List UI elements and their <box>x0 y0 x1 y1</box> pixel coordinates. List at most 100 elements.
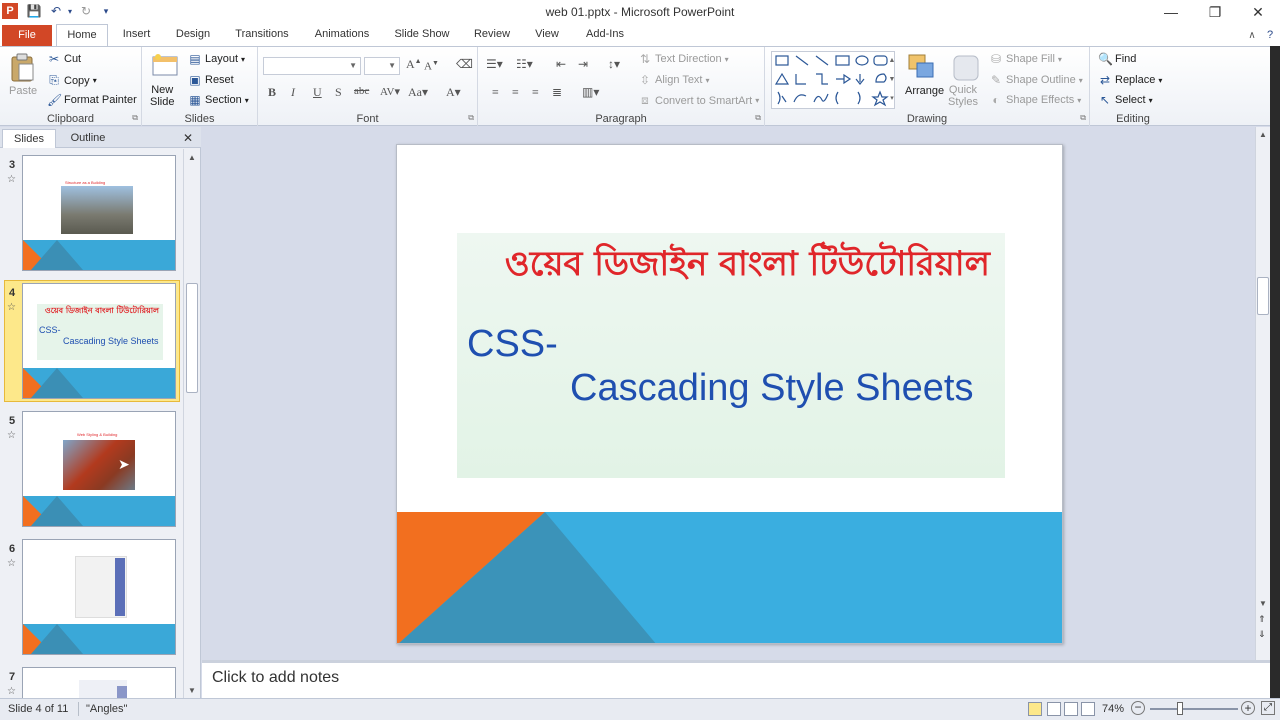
shapes-gallery-scroll[interactable]: ▲ ▼ ▾ <box>887 51 897 109</box>
line-spacing-icon[interactable]: ↕▾ <box>608 57 620 72</box>
fit-to-window-icon[interactable]: ⤢ <box>1261 701 1275 715</box>
shrink-font-icon[interactable]: A▼ <box>424 59 439 73</box>
current-slide[interactable]: ওয়েব ডিজাইন বাংলা টিউটোরিয়াল CSS- Casc… <box>396 144 1063 644</box>
drawing-launcher-icon[interactable]: ⧉ <box>1080 113 1086 123</box>
tab-view[interactable]: View <box>526 24 568 46</box>
clipboard-launcher-icon[interactable]: ⧉ <box>132 113 138 123</box>
slide-body-line1[interactable]: CSS- <box>467 323 558 366</box>
align-left-icon[interactable]: ≡ <box>492 85 499 100</box>
zoom-level[interactable]: 74% <box>1102 703 1124 715</box>
tab-outline[interactable]: Outline <box>60 129 116 148</box>
reset-button[interactable]: ▣ Reset <box>188 73 233 87</box>
align-right-icon[interactable]: ≡ <box>532 85 539 100</box>
close-button[interactable]: ✕ <box>1236 0 1280 24</box>
panel-scrollbar[interactable]: ▲ ▼ <box>183 149 200 698</box>
shape-fill-button[interactable]: ⛁ Shape Fill ▾ <box>989 52 1062 66</box>
new-slide-button[interactable]: New Slide <box>150 84 174 108</box>
panel-scroll-thumb[interactable] <box>186 283 198 393</box>
minimize-ribbon-icon[interactable]: ∧ <box>1244 27 1260 43</box>
slide-show-icon[interactable] <box>1081 702 1095 716</box>
tab-transitions[interactable]: Transitions <box>228 24 296 46</box>
clear-formatting-icon[interactable]: ⌫ <box>456 57 473 72</box>
font-color-icon[interactable]: A▾ <box>446 85 461 100</box>
increase-indent-icon[interactable]: ⇥ <box>578 57 588 72</box>
close-panel-icon[interactable]: ✕ <box>180 129 196 148</box>
slide-scrollbar[interactable]: ▲ ▼ ⇑ ⇓ <box>1255 127 1270 660</box>
scroll-down-icon[interactable]: ▼ <box>1259 599 1267 608</box>
slide-thumbnail-3[interactable]: Structure as a Building <box>22 155 176 271</box>
zoom-slider-thumb[interactable] <box>1177 702 1183 715</box>
new-slide-icon[interactable] <box>150 51 180 81</box>
help-icon[interactable]: ? <box>1262 27 1278 43</box>
change-case-icon[interactable]: Aa▾ <box>408 85 428 100</box>
paste-icon[interactable] <box>6 51 38 85</box>
justify-icon[interactable]: ≣ <box>552 85 562 100</box>
text-direction-button[interactable]: ⇅ Text Direction ▾ <box>638 52 729 66</box>
tab-slide-show[interactable]: Slide Show <box>388 24 456 46</box>
tab-design[interactable]: Design <box>168 24 218 46</box>
convert-smartart-button[interactable]: ⧈ Convert to SmartArt ▾ <box>638 93 759 108</box>
paste-button[interactable]: Paste <box>9 85 37 97</box>
quick-styles-button[interactable]: Quick Styles <box>948 84 978 108</box>
scroll-up-icon[interactable]: ▲ <box>188 153 196 162</box>
tab-animations[interactable]: Animations <box>308 24 376 46</box>
bullets-icon[interactable]: ☰▾ <box>486 57 503 72</box>
slide-thumbnail-5[interactable]: Web Styling & Building ➤ <box>22 411 176 527</box>
bold-icon[interactable]: B <box>268 85 276 100</box>
restore-button[interactable]: ❐ <box>1193 0 1237 24</box>
align-center-icon[interactable]: ≡ <box>512 85 519 100</box>
tab-add-ins[interactable]: Add-Ins <box>578 24 632 46</box>
arrange-icon[interactable] <box>905 51 939 85</box>
slide-thumbnail-4[interactable]: ওয়েব ডিজাইন বাংলা টিউটোরিয়াল CSS- Casc… <box>22 283 176 399</box>
shape-effects-button[interactable]: ◐ Shape Effects ▾ <box>989 93 1081 107</box>
grow-font-icon[interactable]: A▲ <box>406 57 422 72</box>
italic-icon[interactable]: I <box>291 85 295 100</box>
underline-icon[interactable]: U <box>313 85 322 100</box>
font-name-combo[interactable]: ▼ <box>263 57 361 75</box>
tab-file[interactable]: File <box>2 25 52 46</box>
slide-sorter-icon[interactable] <box>1047 702 1061 716</box>
slide-body-line2[interactable]: Cascading Style Sheets <box>570 367 973 410</box>
section-button[interactable]: ▦ Section ▾ <box>188 93 248 107</box>
numbering-icon[interactable]: ☷▾ <box>516 57 533 72</box>
copy-button[interactable]: ⎘ Copy ▾ <box>47 73 97 88</box>
slide-thumbnail-7[interactable] <box>22 667 176 698</box>
zoom-slider-track[interactable] <box>1150 708 1238 710</box>
scroll-up-icon[interactable]: ▲ <box>1259 130 1267 139</box>
paragraph-launcher-icon[interactable]: ⧉ <box>755 113 761 123</box>
slide-title-bangla[interactable]: ওয়েব ডিজাইন বাংলা টিউটোরিয়াল <box>505 238 990 295</box>
tab-insert[interactable]: Insert <box>114 24 159 46</box>
format-painter-button[interactable]: 🖌 Format Painter <box>47 93 137 107</box>
notes-placeholder[interactable]: Click to add notes <box>212 669 339 687</box>
next-slide-icon[interactable]: ⇓ <box>1258 630 1266 639</box>
decrease-indent-icon[interactable]: ⇤ <box>556 57 566 72</box>
scroll-down-icon[interactable]: ▼ <box>188 686 196 695</box>
columns-icon[interactable]: ▥▾ <box>582 85 599 100</box>
select-button[interactable]: ↖ Select ▾ <box>1098 93 1153 107</box>
theme-name[interactable]: "Angles" <box>86 703 127 715</box>
shapes-gallery[interactable] <box>771 51 895 109</box>
replace-button[interactable]: ⇄ Replace ▾ <box>1098 73 1162 87</box>
shape-outline-button[interactable]: ✎ Shape Outline ▾ <box>989 73 1083 87</box>
character-spacing-icon[interactable]: AV▾ <box>380 85 400 98</box>
zoom-in-icon[interactable]: + <box>1241 701 1255 715</box>
text-shadow-icon[interactable]: S <box>335 85 342 100</box>
notes-pane[interactable]: Click to add notes <box>202 660 1270 698</box>
font-size-combo[interactable]: ▼ <box>364 57 400 75</box>
strikethrough-icon[interactable]: abc <box>354 85 369 97</box>
reading-view-icon[interactable] <box>1064 702 1078 716</box>
cut-button[interactable]: ✂ Cut <box>47 52 81 66</box>
quick-styles-icon[interactable] <box>949 51 983 85</box>
tab-slides[interactable]: Slides <box>2 129 56 148</box>
slide-scroll-thumb[interactable] <box>1257 277 1269 315</box>
zoom-out-icon[interactable]: − <box>1131 701 1145 715</box>
find-button[interactable]: 🔍 Find <box>1098 52 1136 66</box>
previous-slide-icon[interactable]: ⇑ <box>1258 615 1266 624</box>
normal-view-icon[interactable] <box>1028 702 1042 716</box>
slide-thumbnail-6[interactable] <box>22 539 176 655</box>
font-launcher-icon[interactable]: ⧉ <box>468 113 474 123</box>
tab-home[interactable]: Home <box>56 24 108 47</box>
tab-review[interactable]: Review <box>466 24 518 46</box>
layout-button[interactable]: ▤ Layout ▾ <box>188 52 245 66</box>
align-text-button[interactable]: ⇳ Align Text ▾ <box>638 73 710 87</box>
